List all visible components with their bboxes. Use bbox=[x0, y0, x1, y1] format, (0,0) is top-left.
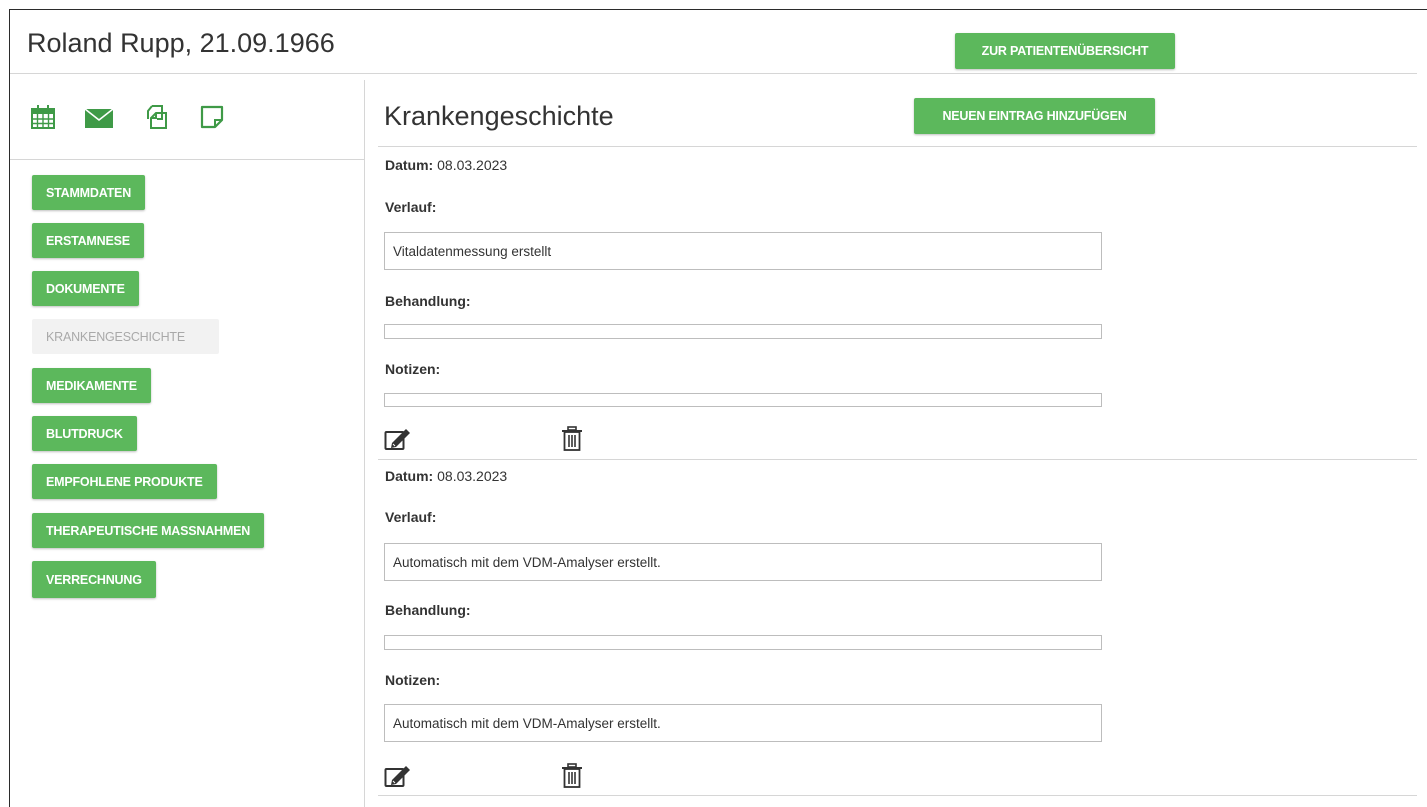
verlauf-field[interactable]: Vitaldatenmessung erstellt bbox=[384, 232, 1102, 270]
behandlung-label: Behandlung: bbox=[385, 293, 471, 309]
sidebar-divider bbox=[364, 80, 365, 807]
entry-date-value: 08.03.2023 bbox=[437, 157, 508, 173]
calendar-icon[interactable] bbox=[30, 104, 56, 135]
behandlung-field[interactable] bbox=[384, 324, 1102, 339]
envelope-icon[interactable] bbox=[84, 107, 114, 134]
entry-divider bbox=[378, 795, 1417, 796]
sidebar-item-blutdruck[interactable]: BLUTDRUCK bbox=[32, 416, 137, 451]
notizen-field[interactable]: Automatisch mit dem VDM-Amalyser erstell… bbox=[384, 704, 1102, 742]
behandlung-field[interactable] bbox=[384, 635, 1102, 650]
sidebar-item-medikamente[interactable]: MEDIKAMENTE bbox=[32, 368, 151, 403]
sidebar-item-verrechnung[interactable]: VERRECHNUNG bbox=[32, 561, 156, 598]
edit-icon[interactable] bbox=[384, 764, 412, 793]
add-entry-button[interactable]: NEUEN EINTRAG HINZUFÜGEN bbox=[914, 98, 1155, 134]
entry-date-value: 08.03.2023 bbox=[437, 468, 508, 484]
patient-name: Roland Rupp, 21.09.1966 bbox=[27, 28, 335, 58]
sidebar-item-therapeutische-massnahmen[interactable]: THERAPEUTISCHE MASSNAHMEN bbox=[32, 513, 265, 548]
entry-date: Datum: 08.03.2023 bbox=[385, 468, 507, 484]
verlauf-field[interactable]: Automatisch mit dem VDM-Amalyser erstell… bbox=[384, 543, 1102, 581]
header-divider bbox=[10, 73, 1417, 74]
sidebar-icons-divider bbox=[10, 159, 364, 160]
verlauf-label: Verlauf: bbox=[385, 509, 437, 525]
entry-date: Datum: 08.03.2023 bbox=[385, 157, 507, 173]
note-icon[interactable] bbox=[199, 104, 225, 135]
edit-icon[interactable] bbox=[384, 427, 412, 456]
trash-icon[interactable] bbox=[561, 763, 583, 794]
sidebar-item-empfohlene-produkte[interactable]: EMPFOHLENE PRODUKTE bbox=[32, 464, 217, 499]
notizen-label: Notizen: bbox=[385, 672, 441, 688]
notizen-label: Notizen: bbox=[385, 361, 441, 377]
copy-icon[interactable] bbox=[143, 104, 169, 135]
verlauf-label: Verlauf: bbox=[385, 199, 437, 215]
trash-icon[interactable] bbox=[561, 426, 583, 457]
behandlung-label: Behandlung: bbox=[385, 602, 471, 618]
notizen-field[interactable] bbox=[384, 393, 1102, 407]
entry-date-label: Datum: bbox=[385, 468, 434, 484]
sidebar-item-krankengeschichte[interactable]: KRANKENGESCHICHTE bbox=[32, 319, 219, 354]
entry-date-label: Datum: bbox=[385, 157, 434, 173]
entry-divider bbox=[378, 459, 1417, 460]
patient-overview-button[interactable]: ZUR PATIENTENÜBERSICHT bbox=[955, 33, 1175, 69]
section-title: Krankengeschichte bbox=[384, 101, 614, 131]
sidebar-item-stammdaten[interactable]: STAMMDATEN bbox=[32, 175, 146, 210]
sidebar-item-erstamnese[interactable]: ERSTAMNESE bbox=[32, 223, 144, 258]
sidebar-item-dokumente[interactable]: DOKUMENTE bbox=[32, 271, 139, 306]
title-divider bbox=[378, 146, 1417, 147]
